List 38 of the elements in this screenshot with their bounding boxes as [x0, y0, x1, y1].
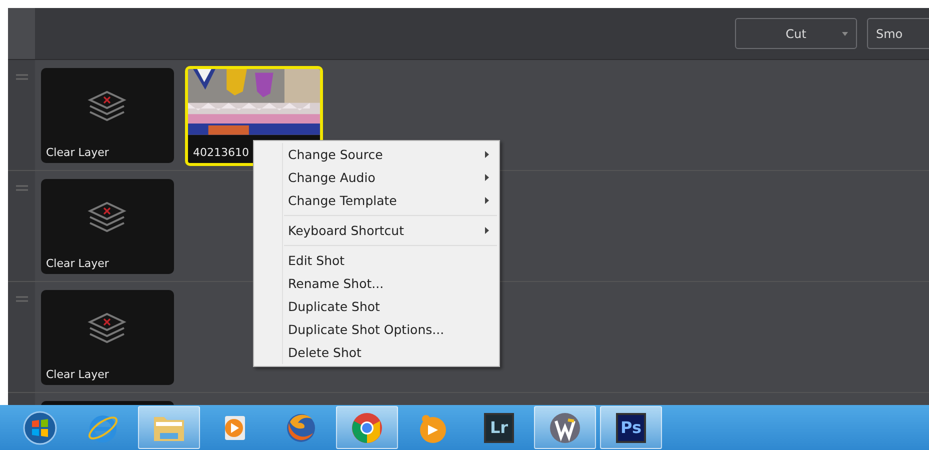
- transition-button[interactable]: Smo: [867, 18, 929, 49]
- menu-item[interactable]: Keyboard Shortcut: [254, 219, 499, 242]
- shot-label: 40213610: [193, 146, 249, 159]
- app-tile-icon: Ps: [616, 412, 646, 442]
- shot-label: Clear Layer: [46, 368, 109, 381]
- app-tile-icon: Lr: [484, 412, 514, 442]
- shot-label: Clear Layer: [46, 257, 109, 270]
- caret-icon: [842, 32, 848, 36]
- menu-item[interactable]: Rename Shot...: [254, 272, 499, 295]
- submenu-arrow-icon: [485, 197, 489, 204]
- layers-icon: [87, 201, 127, 235]
- submenu-arrow-icon: [485, 227, 489, 234]
- menu-item[interactable]: Duplicate Shot Options...: [254, 318, 499, 341]
- menu-item[interactable]: Change Audio: [254, 166, 499, 189]
- shot-tile[interactable]: Clear Layer: [41, 179, 174, 274]
- taskbar-app[interactable]: [138, 406, 200, 449]
- submenu-arrow-icon: [485, 151, 489, 158]
- menu-item[interactable]: Duplicate Shot: [254, 295, 499, 318]
- drag-handle-icon[interactable]: [16, 185, 28, 191]
- taskbar-app[interactable]: [336, 406, 398, 449]
- chrome-icon: [350, 410, 384, 444]
- drag-handle-icon[interactable]: [16, 296, 28, 302]
- submenu-arrow-icon: [485, 174, 489, 181]
- layers-icon: [87, 90, 127, 124]
- taskbar-app[interactable]: Lr: [468, 406, 530, 449]
- menu-item[interactable]: Change Template: [254, 189, 499, 212]
- shot-tile[interactable]: Clear Layer: [41, 290, 174, 385]
- taskbar-app[interactable]: [534, 406, 596, 449]
- drag-handle-icon[interactable]: [16, 74, 28, 80]
- menu-item[interactable]: Edit Shot: [254, 249, 499, 272]
- taskbar-app[interactable]: Ps: [600, 406, 662, 449]
- menu-item[interactable]: Delete Shot: [254, 341, 499, 364]
- transition-button[interactable]: Cut: [735, 18, 857, 49]
- layers-icon: [87, 312, 127, 346]
- shot-tile[interactable]: Clear Layer: [41, 68, 174, 163]
- start-orb-icon: [23, 410, 57, 444]
- w-logo-icon: [548, 410, 582, 444]
- shot-label: Clear Layer: [46, 146, 109, 159]
